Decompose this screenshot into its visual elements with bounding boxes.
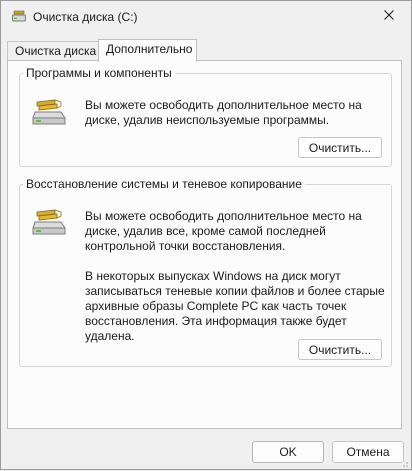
programs-group-title: Программы и компоненты [23,66,175,80]
disk-cleanup-app-icon [12,10,26,22]
resize-grip-icon[interactable] [399,457,409,467]
tab-disk-cleanup[interactable]: Очистка диска [7,41,99,61]
close-button[interactable] [367,1,411,31]
disk-cleanup-window: Очистка диска (C:) Очистка диска Дополни… [0,0,412,470]
programs-cleanup-button[interactable]: Очистить... [298,137,382,158]
title-bar: Очистка диска (C:) [1,1,411,33]
drive-cleanup-icon [31,98,67,126]
tab-more-options[interactable]: Дополнительно [98,39,197,62]
ok-button[interactable]: OK [252,441,324,463]
close-icon [384,9,394,23]
programs-group: Программы и компоненты Вы можете освобод… [19,66,392,167]
tab-panel: Программы и компоненты Вы можете освобод… [7,60,402,429]
system-restore-cleanup-button[interactable]: Очистить... [298,339,382,360]
cancel-button[interactable]: Отмена [332,441,404,463]
shadow-copy-description: В некоторых выпусках Windows на диск мог… [85,269,385,343]
window-title: Очистка диска (C:) [33,10,138,24]
system-restore-group-title: Восстановление системы и теневое копиров… [23,177,305,191]
programs-description: Вы можете освободить дополнительное мест… [85,98,362,127]
system-restore-group: Восстановление системы и теневое копиров… [19,177,392,367]
system-restore-description: Вы можете освободить дополнительное мест… [85,209,362,253]
drive-cleanup-icon [31,208,67,236]
